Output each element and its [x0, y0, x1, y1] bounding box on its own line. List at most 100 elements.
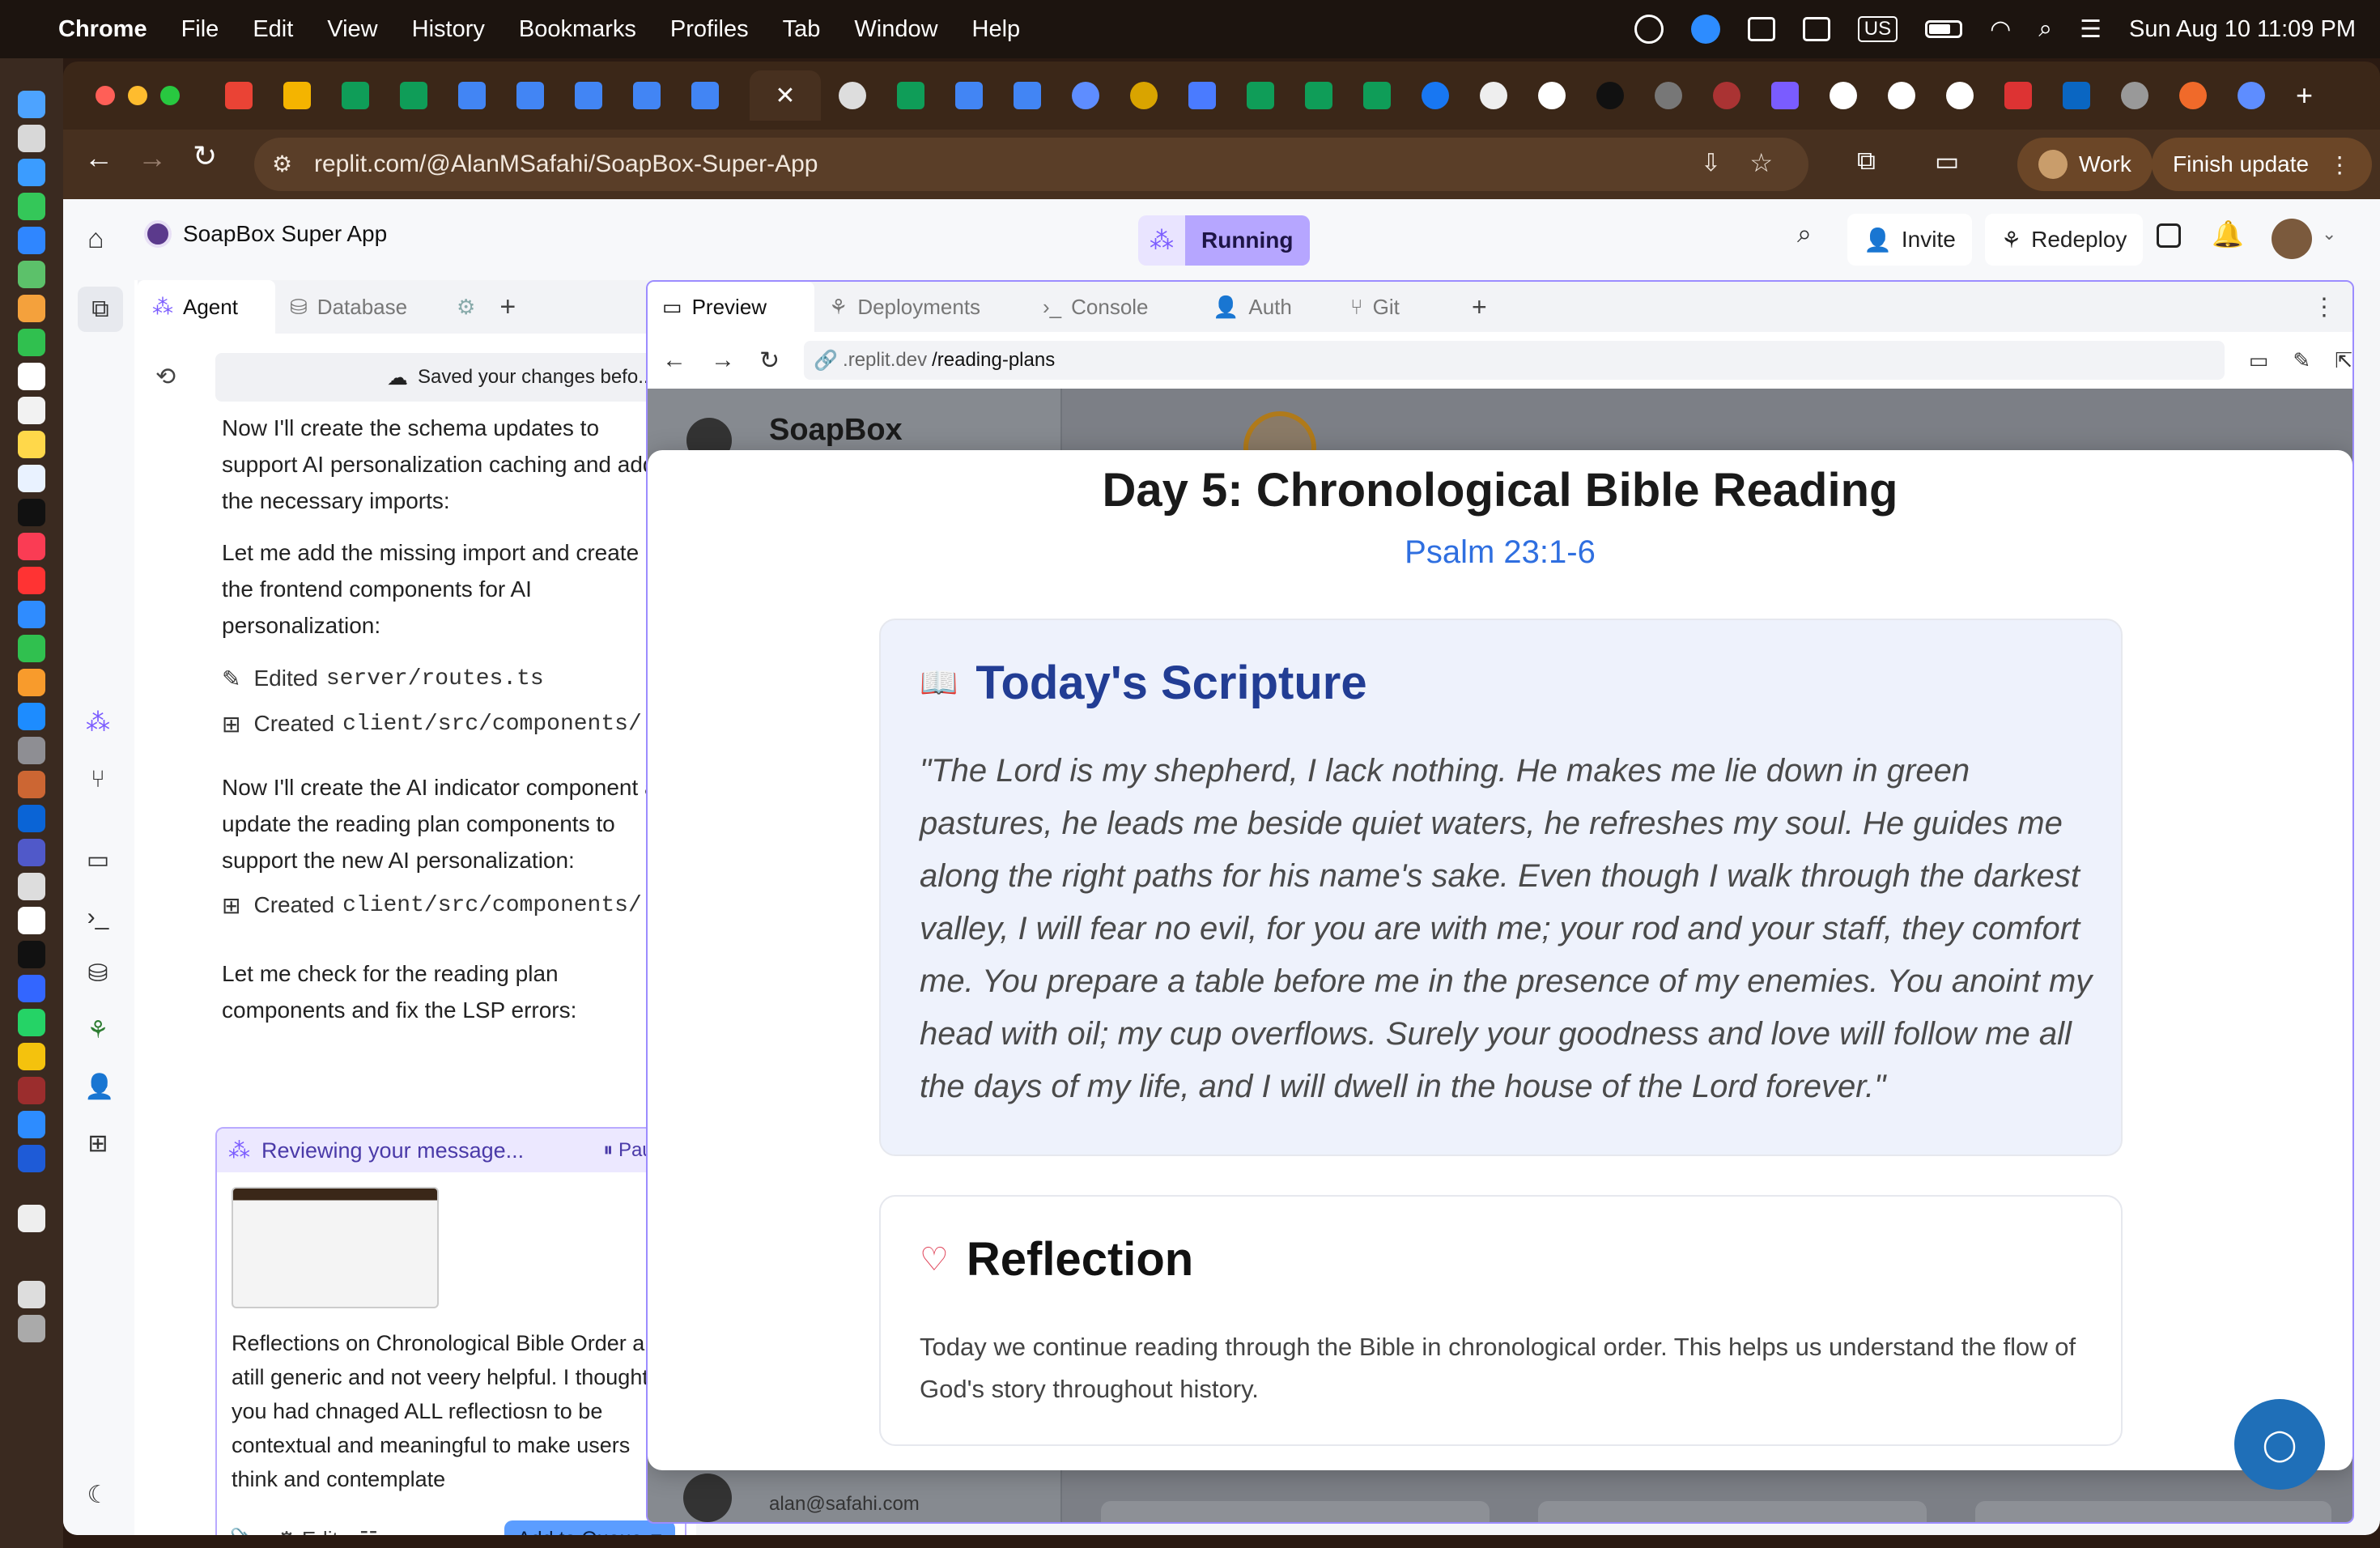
photos-icon[interactable]	[18, 295, 45, 322]
new-left-tab-button[interactable]: +	[499, 291, 516, 323]
profile-button[interactable]: Work	[2017, 138, 2153, 191]
menu-edit[interactable]: Edit	[253, 16, 293, 43]
openai-tab-icon[interactable]	[839, 82, 866, 109]
tab-database[interactable]: ⛁ Database	[275, 280, 445, 334]
globe-tab-icon[interactable]	[2121, 82, 2148, 109]
freeform-icon[interactable]	[18, 465, 45, 492]
preview-back-icon[interactable]: ←	[662, 347, 686, 374]
user-message-text[interactable]: Reflections on Chronological Bible Order…	[232, 1326, 670, 1496]
spotlight-icon[interactable]: ⌕	[2038, 15, 2052, 43]
facetime-icon[interactable]	[18, 329, 45, 356]
docs-tab-icon[interactable]	[633, 82, 661, 109]
menu-tab[interactable]: Tab	[783, 16, 821, 43]
numbers-icon[interactable]	[18, 635, 45, 662]
tv-icon[interactable]	[18, 499, 45, 526]
music-icon[interactable]	[18, 533, 45, 560]
tray-icon-3[interactable]	[1802, 17, 1830, 41]
whatsapp-icon[interactable]	[18, 1009, 45, 1036]
close-window-button[interactable]	[96, 86, 115, 105]
tab-extra-icon[interactable]: ⚙	[457, 295, 475, 320]
tab-icon[interactable]	[1072, 82, 1099, 109]
docs-tab-icon[interactable]	[955, 82, 983, 109]
trash-icon[interactable]	[18, 1315, 45, 1342]
tab-icon[interactable]	[2179, 82, 2207, 109]
database-icon[interactable]: ⛁	[84, 960, 112, 988]
notification-bell-icon[interactable]: 🔔	[2212, 219, 2244, 249]
preview-icon[interactable]: ▭	[84, 847, 112, 874]
news-icon[interactable]	[18, 567, 45, 594]
calendar-icon[interactable]	[18, 363, 45, 390]
file-change-row[interactable]: ⊞ Created client/src/components/... ⌄	[222, 882, 683, 928]
devices-icon[interactable]: ▭	[2249, 348, 2269, 373]
more-vert-icon[interactable]: ⋮	[2312, 293, 2336, 321]
new-work-tab-button[interactable]: +	[1472, 292, 1487, 322]
control-center-icon[interactable]: ☰	[2080, 15, 2102, 44]
tab-deployments[interactable]: ⚘ Deployments	[814, 282, 1028, 332]
reload-icon[interactable]: ↻	[193, 139, 217, 173]
screenshot-attachment[interactable]	[232, 1187, 439, 1308]
docs-tab-icon[interactable]	[1014, 82, 1041, 109]
site-settings-icon[interactable]: ⚙	[272, 151, 292, 177]
layout-toggle-icon[interactable]	[2157, 223, 2181, 248]
settings-sliders-icon[interactable]: ☷	[359, 1527, 378, 1536]
drive-tab-icon[interactable]	[283, 82, 311, 109]
menu-bookmarks[interactable]: Bookmarks	[519, 16, 636, 43]
google-tab-icon[interactable]	[1830, 82, 1857, 109]
dock-file-icon-2[interactable]	[18, 1281, 45, 1308]
keyboard-layout[interactable]: US	[1857, 16, 1898, 42]
docs-tab-icon[interactable]	[691, 82, 719, 109]
theme-icon[interactable]: ☾	[84, 1482, 112, 1509]
facebook-tab-icon[interactable]	[1422, 82, 1449, 109]
menu-window[interactable]: Window	[854, 16, 937, 43]
new-tab-button[interactable]: +	[2296, 79, 2313, 113]
sheets-tab-icon[interactable]	[1305, 82, 1332, 109]
menu-view[interactable]: View	[327, 16, 377, 43]
tab-git[interactable]: ⑂ Git	[1336, 282, 1457, 332]
dock-app-icon-1[interactable]	[18, 771, 45, 798]
zoom-tray-icon[interactable]	[1690, 15, 1720, 44]
bookmark-star-icon[interactable]: ☆	[1749, 147, 1773, 178]
zoom-window-button[interactable]	[160, 86, 180, 105]
deployments-icon[interactable]: ⚘	[84, 1017, 112, 1044]
agent-icon[interactable]: ⁂	[84, 709, 112, 737]
sheets-tab-icon[interactable]	[897, 82, 924, 109]
search-icon[interactable]: ⌕	[1797, 219, 1812, 249]
tab-icon[interactable]	[1655, 82, 1682, 109]
dictionary-icon[interactable]	[18, 1077, 45, 1104]
settings-icon[interactable]	[18, 737, 45, 764]
tab-icon[interactable]	[1713, 82, 1740, 109]
sheets-tab-icon[interactable]	[1363, 82, 1391, 109]
outlook-icon[interactable]	[18, 805, 45, 832]
zoom-icon[interactable]	[18, 1111, 45, 1138]
install-app-icon[interactable]: ⇩	[1701, 149, 1721, 177]
keynote-icon[interactable]	[18, 601, 45, 628]
menu-help[interactable]: Help	[972, 16, 1021, 43]
address-bar[interactable]: ⚙ replit.com/@AlanMSafahi/SoapBox-Super-…	[254, 138, 1808, 191]
docs-tab-icon[interactable]	[575, 82, 602, 109]
google-tab-icon[interactable]	[1888, 82, 1915, 109]
battery-icon[interactable]	[1925, 20, 1963, 38]
sheets-tab-icon[interactable]	[1247, 82, 1274, 109]
menu-app-name[interactable]: Chrome	[58, 16, 147, 43]
dock-app-icon-2[interactable]	[18, 873, 45, 900]
reminders-icon[interactable]	[18, 397, 45, 424]
tray-icon-2[interactable]	[1747, 17, 1775, 41]
tab-console[interactable]: ›_ Console	[1028, 282, 1198, 332]
back-icon[interactable]: ←	[84, 141, 113, 175]
home-icon[interactable]: ⌂	[87, 223, 104, 255]
preview-url-bar[interactable]: 🔗 .replit.dev/reading-plans	[804, 341, 2225, 380]
minimize-window-button[interactable]	[128, 86, 147, 105]
docs-tab-icon[interactable]	[516, 82, 544, 109]
preview-forward-icon[interactable]: →	[711, 347, 735, 374]
preview-reload-icon[interactable]: ↻	[759, 347, 780, 375]
invite-button[interactable]: 👤 Invite	[1847, 214, 1972, 266]
redeploy-button[interactable]: ⚘ Redeploy	[1985, 214, 2144, 266]
notes-icon[interactable]	[18, 431, 45, 458]
user-avatar[interactable]	[2272, 219, 2312, 259]
edit-button[interactable]: ⚙ Edit	[277, 1527, 338, 1536]
tray-icon-1[interactable]	[1634, 15, 1664, 44]
wifi-icon[interactable]: ◠	[1990, 15, 2011, 44]
forward-icon[interactable]: →	[138, 141, 167, 175]
auth-icon[interactable]: 👤	[84, 1074, 114, 1101]
workflow-icon[interactable]: ⑂	[84, 766, 112, 793]
